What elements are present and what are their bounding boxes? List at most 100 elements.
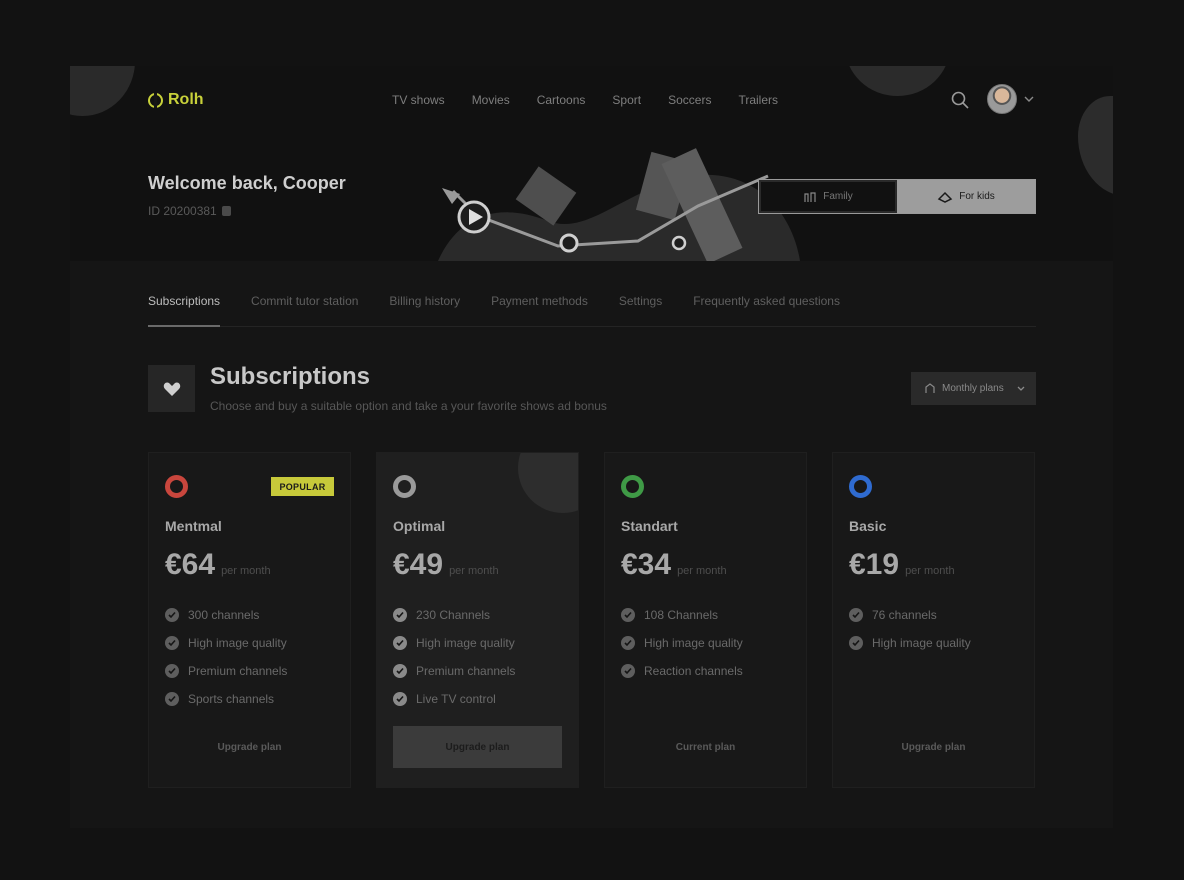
chevron-down-icon[interactable] bbox=[1023, 93, 1035, 105]
price-amount: €34 bbox=[621, 548, 672, 581]
check-icon bbox=[393, 692, 407, 706]
nav-item-trailers[interactable]: Trailers bbox=[738, 93, 778, 107]
check-icon bbox=[165, 608, 179, 622]
current-plan-button[interactable]: Current plan bbox=[621, 726, 790, 768]
popular-badge: POPULAR bbox=[271, 477, 334, 496]
decor-shape bbox=[518, 453, 578, 513]
hero-illustration bbox=[438, 148, 800, 261]
nav-item-soccers[interactable]: Soccers bbox=[668, 93, 711, 107]
feature-item: Premium channels bbox=[393, 657, 515, 685]
section-title: Subscriptions bbox=[210, 363, 371, 390]
feature-text: High image quality bbox=[644, 636, 743, 650]
plan-name: Basic bbox=[849, 518, 887, 534]
check-icon bbox=[165, 664, 179, 678]
price-amount: €49 bbox=[393, 548, 444, 581]
check-icon bbox=[165, 636, 179, 650]
feature-item: 108 Channels bbox=[621, 601, 743, 629]
toggle-option-family[interactable]: Family bbox=[759, 180, 897, 213]
tab-commit-tutor-station[interactable]: Commit tutor station bbox=[251, 293, 358, 327]
feature-list: 76 channels High image quality bbox=[849, 601, 971, 657]
plan-color-ring bbox=[393, 475, 416, 498]
copy-icon[interactable] bbox=[221, 206, 231, 216]
nav-item-sport[interactable]: Sport bbox=[612, 93, 641, 107]
welcome-heading: Welcome back, Cooper bbox=[148, 173, 346, 193]
plan-color-ring bbox=[849, 475, 872, 498]
tab-faq[interactable]: Frequently asked questions bbox=[693, 293, 840, 327]
feature-item: 300 channels bbox=[165, 601, 287, 629]
plan-period-dropdown[interactable]: Monthly plans bbox=[911, 372, 1036, 405]
plan-price: €64 per month bbox=[165, 548, 271, 582]
section-subtitle: Choose and buy a suitable option and tak… bbox=[210, 399, 607, 413]
logo[interactable]: Rolh bbox=[148, 90, 204, 110]
feature-text: 300 channels bbox=[188, 608, 260, 622]
nav-item-movies[interactable]: Movies bbox=[472, 93, 510, 107]
account-tabs: Subscriptions Commit tutor station Billi… bbox=[148, 293, 1036, 327]
toggle-label: Family bbox=[823, 191, 853, 202]
dropdown-label: Monthly plans bbox=[942, 383, 1004, 394]
search-icon[interactable] bbox=[950, 90, 970, 110]
check-icon bbox=[849, 608, 863, 622]
check-icon bbox=[393, 636, 407, 650]
plan-name: Standart bbox=[621, 518, 678, 534]
tab-payment-methods[interactable]: Payment methods bbox=[491, 293, 588, 327]
toggle-label: For kids bbox=[959, 191, 995, 202]
plan-name: Optimal bbox=[393, 518, 446, 534]
feature-text: Sports channels bbox=[188, 692, 275, 706]
check-icon bbox=[621, 636, 635, 650]
toggle-option-kids[interactable]: For kids bbox=[897, 180, 1035, 213]
tab-subscriptions[interactable]: Subscriptions bbox=[148, 293, 221, 327]
price-period: per month bbox=[221, 565, 271, 577]
feature-text: Premium channels bbox=[188, 664, 288, 678]
section-icon bbox=[148, 365, 195, 412]
user-id: ID 20200381 bbox=[148, 204, 231, 218]
plan-card[interactable]: POPULAR Mentmal €64 per month 300 channe… bbox=[148, 452, 351, 788]
feature-item: 76 channels bbox=[849, 601, 971, 629]
plan-color-ring bbox=[621, 475, 644, 498]
price-amount: €64 bbox=[165, 548, 216, 581]
check-icon bbox=[849, 636, 863, 650]
app-window: Rolh TV shows Movies Cartoons Sport Socc… bbox=[70, 66, 1113, 828]
plan-price: €34 per month bbox=[621, 548, 727, 582]
check-icon bbox=[165, 692, 179, 706]
feature-list: 108 Channels High image quality Reaction c… bbox=[621, 601, 743, 685]
check-icon bbox=[393, 608, 407, 622]
plan-card[interactable]: Optimal €49 per month 230 Channels High i… bbox=[376, 452, 579, 788]
decor-circle bbox=[70, 66, 135, 116]
nav-item-cartoons[interactable]: Cartoons bbox=[537, 93, 586, 107]
logo-text: Rolh bbox=[168, 91, 204, 108]
feature-text: High image quality bbox=[416, 636, 515, 650]
kids-icon bbox=[937, 191, 953, 203]
plan-card[interactable]: Basic €19 per month 76 channels High imag… bbox=[832, 452, 1035, 788]
upgrade-plan-button[interactable]: Upgrade plan bbox=[393, 726, 562, 768]
decor-shape bbox=[1078, 96, 1113, 196]
check-icon bbox=[393, 664, 407, 678]
plan-color-ring bbox=[165, 475, 188, 498]
feature-item: Live TV control bbox=[393, 685, 515, 713]
price-period: per month bbox=[905, 565, 955, 577]
feature-item: Reaction channels bbox=[621, 657, 743, 685]
feature-text: High image quality bbox=[188, 636, 287, 650]
tab-settings[interactable]: Settings bbox=[619, 293, 662, 327]
family-icon bbox=[804, 191, 816, 202]
price-period: per month bbox=[449, 565, 499, 577]
plan-name: Mentmal bbox=[165, 518, 222, 534]
chevron-down-icon bbox=[1017, 386, 1025, 391]
feature-list: 300 channels High image quality Premium ch… bbox=[165, 601, 287, 713]
logo-icon bbox=[148, 92, 163, 108]
feature-text: Live TV control bbox=[416, 692, 496, 706]
audience-toggle: Family For kids bbox=[758, 179, 1036, 214]
nav-item-tv-shows[interactable]: TV shows bbox=[392, 93, 445, 107]
feature-item: 230 Channels bbox=[393, 601, 515, 629]
feature-text: 230 Channels bbox=[416, 608, 491, 622]
user-id-text: ID 20200381 bbox=[148, 204, 217, 218]
feature-text: 108 Channels bbox=[644, 608, 719, 622]
avatar[interactable] bbox=[987, 84, 1017, 114]
decor-circle bbox=[845, 66, 950, 96]
upgrade-plan-button[interactable]: Upgrade plan bbox=[165, 726, 334, 768]
plan-card[interactable]: Standart €34 per month 108 Channels High … bbox=[604, 452, 807, 788]
tab-billing-history[interactable]: Billing history bbox=[389, 293, 460, 327]
hero-banner: Rolh TV shows Movies Cartoons Sport Socc… bbox=[70, 66, 1113, 261]
upgrade-plan-button[interactable]: Upgrade plan bbox=[849, 726, 1018, 768]
feature-list: 230 Channels High image quality Premium ch… bbox=[393, 601, 515, 713]
heart-icon bbox=[163, 382, 180, 396]
